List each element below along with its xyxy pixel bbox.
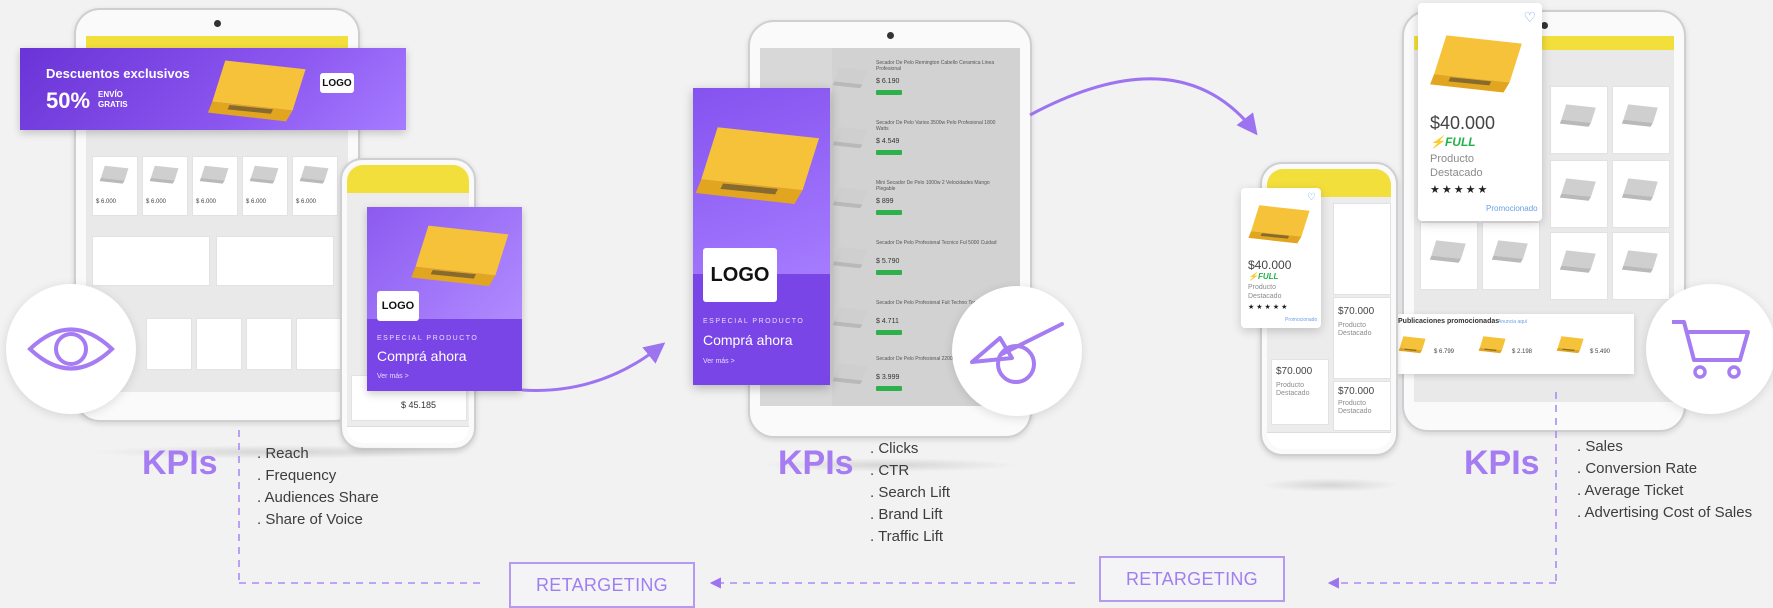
flow-arrows: [238, 77, 1557, 589]
arrow-consideration-to-conversion: [1029, 77, 1258, 136]
arrow-awareness-to-consideration: [521, 342, 666, 392]
retargeting-label-left: RETARGETING: [509, 562, 695, 608]
retargeting-label-right: RETARGETING: [1099, 556, 1285, 602]
